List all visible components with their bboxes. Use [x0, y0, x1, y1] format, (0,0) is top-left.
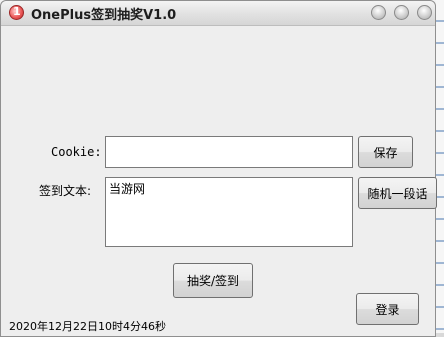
background-desktop-edge [436, 0, 444, 337]
random-text-button[interactable]: 随机一段话 [358, 177, 437, 209]
lottery-sign-button[interactable]: 抽奖/签到 [173, 263, 253, 298]
login-button[interactable]: 登录 [356, 293, 419, 325]
window-title: OnePlus签到抽奖V1.0 [31, 8, 177, 23]
sign-text-label: 签到文本: [39, 184, 92, 198]
close-icon[interactable] [417, 5, 432, 20]
cookie-label: Cookie: [51, 145, 102, 159]
app-window: OnePlus签到抽奖V1.0 Cookie: 保存 签到文本: 当游网 随机一… [0, 0, 437, 337]
title-bar[interactable]: OnePlus签到抽奖V1.0 [1, 1, 435, 26]
minimize-icon[interactable] [371, 5, 386, 20]
app-logo-icon [9, 5, 24, 20]
save-button[interactable]: 保存 [358, 136, 413, 168]
maximize-icon[interactable] [394, 5, 409, 20]
status-datetime: 2020年12月22日10时4分46秒 [9, 320, 166, 333]
cookie-input[interactable] [105, 136, 353, 168]
sign-text-textarea[interactable]: 当游网 [105, 177, 353, 247]
